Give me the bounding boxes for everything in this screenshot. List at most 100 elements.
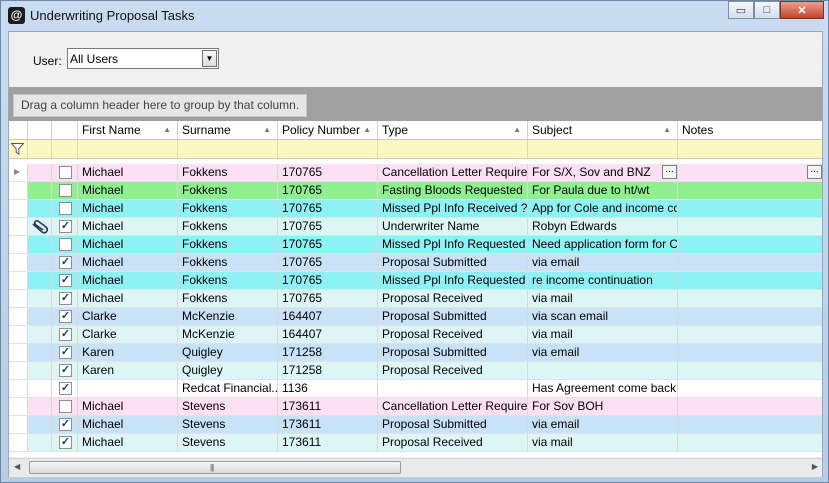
row-indicator[interactable] xyxy=(9,218,28,235)
cell-subject[interactable]: Need application form for C... xyxy=(528,236,678,253)
cell-first-name[interactable]: Karen xyxy=(78,362,178,379)
row-indicator[interactable]: ▸ xyxy=(9,164,28,181)
table-row[interactable]: ✓ Michael Fokkens 170765 Underwriter Name Rob… xyxy=(9,218,822,236)
cell-notes[interactable] xyxy=(678,200,822,217)
header-first-name[interactable]: First Name ▲ xyxy=(78,121,178,139)
cell-subject[interactable]: via mail xyxy=(528,434,678,451)
table-row[interactable]: ✓ Redcat Financial... 1136 Has Agreement co… xyxy=(9,380,822,398)
cell-subject[interactable]: For Sov BOH xyxy=(528,398,678,415)
cell-type[interactable]: Proposal Received xyxy=(378,362,528,379)
attachment-cell[interactable] xyxy=(28,182,52,199)
header-policy-number[interactable]: Policy Number ▲ xyxy=(278,121,378,139)
table-row[interactable]: Michael Stevens 173611 Cancellation Letter … xyxy=(9,398,822,416)
cell-policy-number[interactable]: 173611 xyxy=(278,416,378,433)
cell-first-name[interactable]: Karen xyxy=(78,344,178,361)
minimize-button[interactable]: ▭ xyxy=(728,1,754,19)
cell-first-name[interactable]: Michael xyxy=(78,272,178,289)
row-checkbox[interactable] xyxy=(59,184,72,197)
header-surname[interactable]: Surname ▲ xyxy=(178,121,278,139)
cell-notes[interactable] xyxy=(678,416,822,433)
cell-surname[interactable]: Fokkens xyxy=(178,200,278,217)
cell-first-name[interactable]: Michael xyxy=(78,164,178,181)
cell-first-name[interactable]: Michael xyxy=(78,434,178,451)
row-checkbox[interactable]: ✓ xyxy=(59,346,72,359)
attachment-cell[interactable] xyxy=(28,362,52,379)
cell-policy-number[interactable]: 170765 xyxy=(278,182,378,199)
cell-type[interactable] xyxy=(378,380,528,397)
row-indicator[interactable] xyxy=(9,272,28,289)
cell-type[interactable]: Proposal Submitted xyxy=(378,416,528,433)
cell-policy-number[interactable]: 164407 xyxy=(278,308,378,325)
cell-policy-number[interactable]: 171258 xyxy=(278,344,378,361)
table-row[interactable]: Michael Fokkens 170765 Missed Ppl Info Rece… xyxy=(9,200,822,218)
cell-type[interactable]: Fasting Bloods Requested xyxy=(378,182,528,199)
cell-notes[interactable] xyxy=(678,290,822,307)
cell-surname[interactable]: Fokkens xyxy=(178,236,278,253)
table-row[interactable]: ✓ Michael Fokkens 170765 Missed Ppl Info Req… xyxy=(9,272,822,290)
attachment-cell[interactable] xyxy=(28,290,52,307)
cell-notes[interactable] xyxy=(678,326,822,343)
row-indicator[interactable] xyxy=(9,362,28,379)
cell-subject[interactable]: Has Agreement come back... xyxy=(528,380,678,397)
cell-surname[interactable]: Stevens xyxy=(178,434,278,451)
cell-first-name[interactable]: Michael xyxy=(78,218,178,235)
cell-surname[interactable]: Stevens xyxy=(178,416,278,433)
cell-notes[interactable] xyxy=(678,218,822,235)
cell-first-name[interactable]: Michael xyxy=(78,416,178,433)
cell-first-name[interactable]: Michael xyxy=(78,200,178,217)
cell-surname[interactable]: McKenzie xyxy=(178,308,278,325)
scroll-right-icon[interactable]: ▶ xyxy=(812,462,818,471)
row-indicator[interactable] xyxy=(9,308,28,325)
attachment-cell[interactable] xyxy=(28,272,52,289)
filter-cell-surname[interactable] xyxy=(178,140,278,158)
cell-first-name[interactable]: Clarke xyxy=(78,308,178,325)
table-row[interactable]: Michael Fokkens 170765 Missed Ppl Info Requ… xyxy=(9,236,822,254)
table-row[interactable]: ✓ Michael Fokkens 170765 Proposal Received vi… xyxy=(9,290,822,308)
cell-policy-number[interactable]: 170765 xyxy=(278,254,378,271)
cell-surname[interactable]: Quigley xyxy=(178,344,278,361)
cell-surname[interactable]: Fokkens xyxy=(178,290,278,307)
cell-surname[interactable]: Stevens xyxy=(178,398,278,415)
cell-subject[interactable]: via email xyxy=(528,344,678,361)
notes-ellipsis-button[interactable]: ... xyxy=(807,165,822,179)
cell-notes[interactable] xyxy=(678,362,822,379)
cell-first-name[interactable]: Michael xyxy=(78,398,178,415)
cell-surname[interactable]: Fokkens xyxy=(178,218,278,235)
cell-first-name[interactable]: Clarke xyxy=(78,326,178,343)
cell-subject[interactable]: via email xyxy=(528,254,678,271)
scrollbar-thumb[interactable]: ||| xyxy=(29,461,401,474)
cell-type[interactable]: Missed Ppl Info Requested xyxy=(378,236,528,253)
cell-surname[interactable]: Fokkens xyxy=(178,272,278,289)
row-checkbox[interactable]: ✓ xyxy=(59,274,72,287)
cell-surname[interactable]: Quigley xyxy=(178,362,278,379)
attachment-cell[interactable] xyxy=(28,236,52,253)
attachment-cell[interactable] xyxy=(28,200,52,217)
cell-policy-number[interactable]: 170765 xyxy=(278,164,378,181)
cell-subject[interactable]: via email xyxy=(528,416,678,433)
row-checkbox[interactable]: ✓ xyxy=(59,328,72,341)
cell-subject[interactable]: App for Cole and income co... xyxy=(528,200,678,217)
cell-first-name[interactable]: Michael xyxy=(78,254,178,271)
header-type[interactable]: Type ▲ xyxy=(378,121,528,139)
cell-policy-number[interactable]: 170765 xyxy=(278,200,378,217)
cell-surname[interactable]: Fokkens xyxy=(178,182,278,199)
row-checkbox[interactable]: ✓ xyxy=(59,292,72,305)
row-checkbox[interactable]: ✓ xyxy=(59,220,72,233)
cell-policy-number[interactable]: 170765 xyxy=(278,218,378,235)
filter-cell-attachment[interactable] xyxy=(28,140,52,158)
row-checkbox[interactable] xyxy=(59,202,72,215)
cell-subject[interactable]: via mail xyxy=(528,290,678,307)
table-row[interactable]: Michael Fokkens 170765 Fasting Bloods Reque… xyxy=(9,182,822,200)
attachment-cell[interactable] xyxy=(28,344,52,361)
cell-subject[interactable]: via mail xyxy=(528,326,678,343)
attachment-cell[interactable] xyxy=(28,398,52,415)
cell-type[interactable]: Underwriter Name xyxy=(378,218,528,235)
table-row[interactable]: ✓ Clarke McKenzie 164407 Proposal Submitted v… xyxy=(9,308,822,326)
attachment-cell[interactable] xyxy=(28,308,52,325)
cell-type[interactable]: Missed Ppl Info Requested xyxy=(378,272,528,289)
filter-icon-cell[interactable] xyxy=(9,140,28,158)
cell-subject[interactable]: via scan email xyxy=(528,308,678,325)
attachment-cell[interactable] xyxy=(28,254,52,271)
group-by-panel[interactable]: Drag a column header here to group by th… xyxy=(9,87,822,122)
cell-notes[interactable] xyxy=(678,182,822,199)
